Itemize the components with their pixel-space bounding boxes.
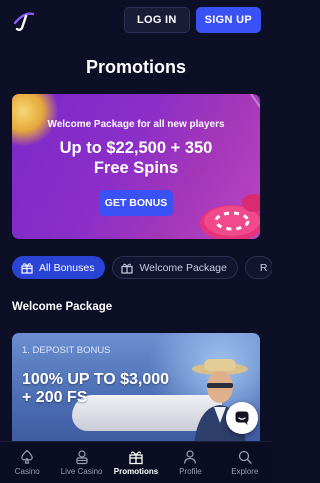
bottom-navigation: Casino Live Casino Promotions Profile Ex…: [0, 441, 272, 483]
hero-title: Up to $22,500 + 350 Free Spins: [12, 138, 260, 178]
filter-label: Welcome Package: [139, 261, 227, 274]
brand-logo[interactable]: [11, 7, 37, 33]
login-button[interactable]: LOG IN: [123, 7, 190, 33]
auth-actions: LOG IN SIGN UP: [123, 7, 261, 33]
signup-button[interactable]: SIGN UP: [195, 7, 261, 33]
hero-title-line: Up to $22,500 + 350: [59, 139, 213, 157]
promo-eyebrow: 1. DEPOSIT BONUS: [22, 345, 111, 356]
dealer-icon: [76, 450, 88, 465]
nav-explore[interactable]: Explore: [218, 442, 272, 483]
nav-casino[interactable]: Casino: [0, 442, 54, 483]
nav-label: Casino: [14, 467, 40, 476]
nav-profile[interactable]: Profile: [163, 442, 217, 483]
hero-streak-decoration: [250, 94, 260, 141]
casino-chips-icon: [200, 194, 260, 239]
search-icon: [238, 450, 252, 464]
deposit-bonus-card[interactable]: 1. DEPOSIT BONUS 100% UP TO $3,000 + 200…: [12, 333, 260, 445]
nav-label: Promotions: [113, 467, 159, 476]
logo-icon: [13, 12, 35, 31]
nav-label: Profile: [179, 467, 202, 476]
gift-icon: [129, 451, 143, 465]
bonus-filter-tabs: All Bonuses Welcome Package R: [12, 256, 272, 280]
gift-icon: [121, 263, 134, 274]
gift-box-icon: [21, 262, 33, 274]
filter-welcome-package[interactable]: Welcome Package: [112, 256, 238, 279]
live-chat-button[interactable]: [226, 402, 258, 434]
spade-icon: [21, 449, 33, 464]
hero-banner: Welcome Package for all new players Up t…: [12, 94, 260, 239]
get-bonus-button[interactable]: GET BONUS: [99, 190, 173, 216]
nav-label: Explore: [231, 467, 259, 476]
filter-reload[interactable]: R: [244, 256, 272, 279]
chat-icon: [235, 411, 249, 425]
nav-live-casino[interactable]: Live Casino: [54, 442, 108, 483]
user-icon: [184, 450, 197, 464]
app-header: LOG IN SIGN UP: [0, 0, 272, 40]
hero-title-line: Free Spins: [93, 159, 179, 177]
filter-label: All Bonuses: [39, 261, 95, 274]
nav-label: Live Casino: [60, 467, 103, 476]
nav-promotions[interactable]: Promotions: [109, 442, 163, 483]
promo-title-line: 100% UP TO $3,000: [22, 371, 170, 388]
promo-title: 100% UP TO $3,000 + 200 FS: [22, 371, 222, 407]
hero-subtitle: Welcome Package for all new players: [47, 119, 225, 130]
filter-all-bonuses[interactable]: All Bonuses: [12, 256, 106, 279]
section-title: Welcome Package: [12, 301, 113, 313]
filter-label: R: [259, 261, 268, 274]
page-title: Promotions: [85, 57, 186, 77]
promo-title-line: + 200 FS: [22, 389, 88, 406]
